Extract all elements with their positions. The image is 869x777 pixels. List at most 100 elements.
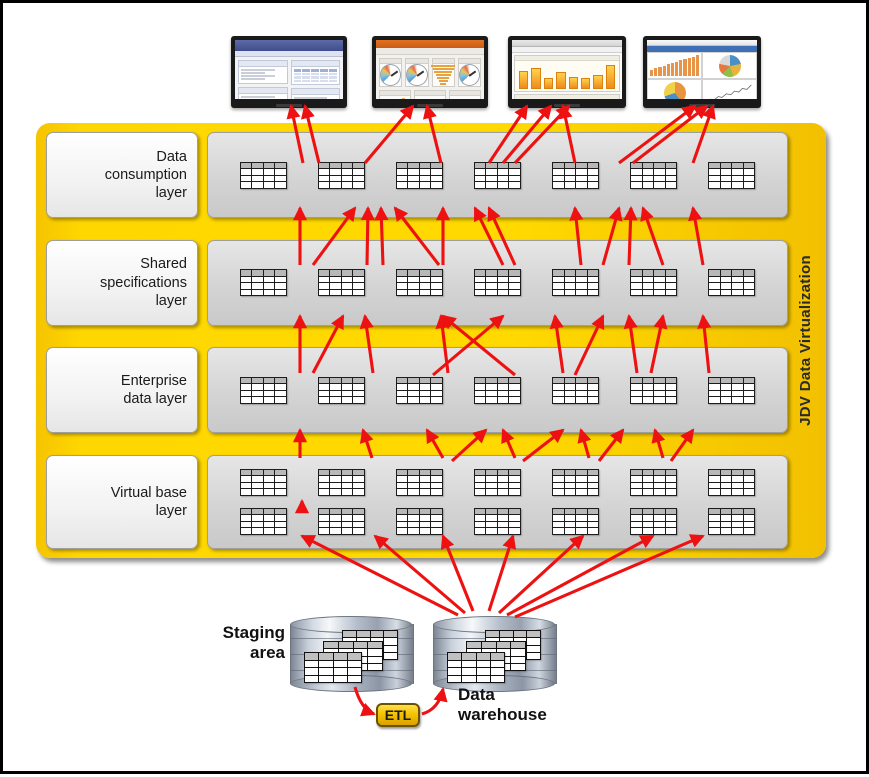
layer-label-shared-specifications: Shared specifications layer (46, 239, 198, 326)
source-data-warehouse[interactable] (433, 616, 557, 692)
virtual-table-icon[interactable] (630, 269, 678, 297)
layer-body-virtual-base (207, 454, 788, 549)
virtual-table-icon[interactable] (395, 269, 443, 297)
virtual-table-icon[interactable] (630, 161, 678, 189)
virtual-table-icon[interactable] (395, 507, 443, 535)
virtual-table-icon[interactable] (239, 507, 287, 535)
monitor-stand (689, 104, 715, 107)
layer-label-line: Enterprise (120, 373, 187, 390)
pie-chart-panel (647, 79, 702, 99)
etl-process-box[interactable]: ETL (376, 703, 420, 727)
layer-label-line: Shared (140, 256, 187, 273)
cylinder-table-overlay (290, 616, 412, 692)
line-chart (705, 82, 754, 99)
pie-chart-panel (702, 52, 757, 79)
monitor-1-screen (235, 40, 343, 99)
virtual-table-icon[interactable] (552, 161, 600, 189)
table-row (224, 376, 771, 404)
table-icon (304, 652, 362, 683)
gauge-chart (406, 64, 428, 86)
platform-label: JDV Data Virtualization (790, 123, 820, 558)
virtual-table-icon[interactable] (708, 468, 756, 496)
gauge-chart (458, 64, 480, 86)
report-menubar (512, 40, 622, 47)
layer-enterprise-data[interactable]: Enterprise data layer (46, 347, 788, 434)
layer-stack: Data consumption layer Shared specificat… (46, 132, 788, 549)
virtual-table-icon[interactable] (239, 161, 287, 189)
bar-chart-panel (647, 52, 702, 79)
layer-virtual-base[interactable]: Virtual base layer (46, 454, 788, 549)
layer-data-consumption[interactable]: Data consumption layer (46, 132, 788, 218)
cylinder-table-overlay (433, 616, 555, 692)
virtual-table-icon[interactable] (473, 269, 521, 297)
virtual-table-icon[interactable] (395, 376, 443, 404)
source-label-line: Staging (222, 623, 285, 642)
consumer-monitor-4 (643, 36, 761, 108)
virtual-table-icon[interactable] (630, 376, 678, 404)
layer-body-data-consumption (207, 132, 788, 218)
virtual-table-icon[interactable] (473, 468, 521, 496)
source-label-staging-area: Staging area (211, 623, 285, 662)
virtual-table-icon[interactable] (239, 269, 287, 297)
layer-label-enterprise-data: Enterprise data layer (46, 347, 198, 434)
virtual-table-icon[interactable] (239, 468, 287, 496)
virtual-table-icon[interactable] (473, 376, 521, 404)
virtual-table-icon[interactable] (552, 468, 600, 496)
layer-label-line: layer (155, 502, 187, 519)
virtual-table-icon[interactable] (552, 376, 600, 404)
virtual-table-icon[interactable] (317, 269, 365, 297)
virtual-table-icon[interactable] (317, 376, 365, 404)
consumer-monitor-1 (231, 36, 347, 108)
layer-label-line: specifications (99, 274, 187, 291)
source-label-line: Data (458, 685, 495, 704)
virtual-table-icon[interactable] (630, 468, 678, 496)
trend-chart (415, 96, 445, 99)
table-row (224, 507, 771, 535)
source-staging-area[interactable] (290, 616, 414, 692)
app-titlebar (235, 40, 343, 51)
gauge-chart (380, 64, 402, 86)
dashboard-header (376, 40, 484, 48)
area-chart-panel (514, 94, 620, 99)
consumer-monitor-3 (508, 36, 626, 108)
virtual-table-icon[interactable] (395, 161, 443, 189)
virtual-table-icon[interactable] (239, 376, 287, 404)
table-row (224, 269, 771, 297)
monitor-2-screen (376, 40, 484, 99)
virtual-table-icon[interactable] (395, 468, 443, 496)
diagram-stage: JDV Data Virtualization Data consumption… (3, 3, 866, 771)
virtual-table-icon[interactable] (708, 507, 756, 535)
line-chart-panel (702, 79, 757, 99)
dashboard-subheader (376, 48, 484, 55)
layer-shared-specifications[interactable]: Shared specifications layer (46, 239, 788, 326)
layer-label-virtual-base: Virtual base layer (46, 454, 198, 549)
monitor-stand (417, 104, 443, 107)
pie-chart (718, 55, 741, 77)
source-label-line: warehouse (458, 704, 547, 724)
source-label-line: area (250, 642, 285, 662)
pie-chart (663, 82, 686, 99)
table-row (224, 468, 771, 496)
virtual-table-icon[interactable] (317, 468, 365, 496)
layer-label-data-consumption: Data consumption layer (46, 132, 198, 218)
platform-label-text: JDV Data Virtualization (796, 255, 814, 426)
layer-label-line: consumption (104, 166, 187, 183)
virtual-table-icon[interactable] (708, 269, 756, 297)
virtual-table-icon[interactable] (317, 161, 365, 189)
virtual-table-icon[interactable] (552, 269, 600, 297)
report-toolbar (512, 47, 622, 53)
etl-label: ETL (384, 707, 412, 723)
virtual-table-icon[interactable] (552, 507, 600, 535)
virtual-table-icon[interactable] (630, 507, 678, 535)
virtual-table-icon[interactable] (708, 161, 756, 189)
layer-label-line: layer (155, 185, 187, 202)
virtual-table-icon[interactable] (473, 507, 521, 535)
monitor-4-screen (647, 40, 757, 99)
bar-chart-panel (514, 55, 620, 92)
area-chart (450, 96, 480, 99)
virtual-table-icon[interactable] (708, 376, 756, 404)
virtual-table-icon[interactable] (473, 161, 521, 189)
monitor-3-screen (512, 40, 622, 99)
virtual-table-icon[interactable] (317, 507, 365, 535)
table-row (224, 161, 771, 189)
